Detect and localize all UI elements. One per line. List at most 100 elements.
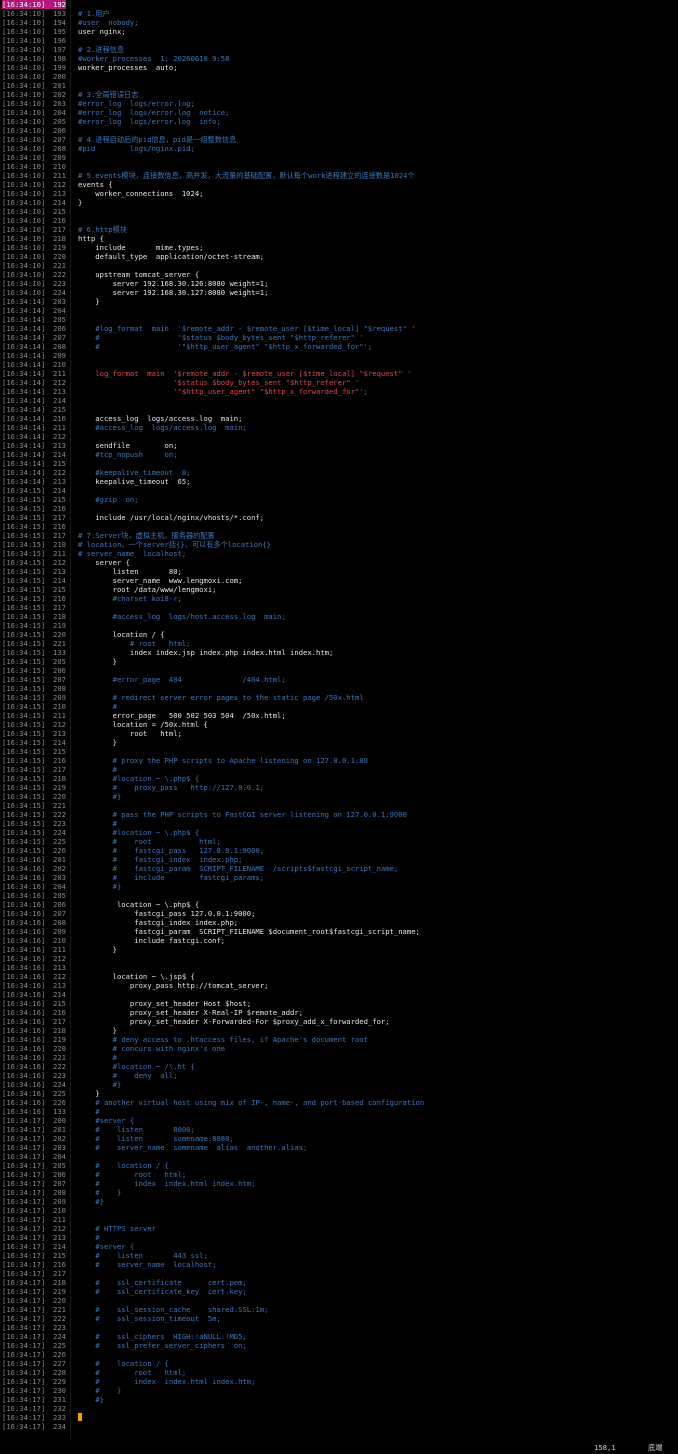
code-line[interactable]: [16:34:10] 219 include mime.types;: [0, 243, 678, 252]
code-line[interactable]: [16:34:17] 233: [0, 1413, 678, 1422]
code-line[interactable]: [16:34:10] 202 # 3.全局错误日志: [0, 90, 678, 99]
code-line[interactable]: [16:34:10] 224 server 192.168.30.127:8080…: [0, 288, 678, 297]
code-line[interactable]: [16:34:15] 222 # pass the PHP scripts to …: [0, 810, 678, 819]
code-line[interactable]: [16:34:14] 213 keepalive_timeout 65;: [0, 477, 678, 486]
code-line[interactable]: [16:34:15] 215 #gzip on;: [0, 495, 678, 504]
code-line[interactable]: [16:34:14] 214 #tcp_nopush on;: [0, 450, 678, 459]
terminal-editor[interactable]: [16:34:10] 192 [16:34:10] 193 # 1.用户 [16:34:1…: [0, 0, 678, 1454]
code-line[interactable]: [16:34:15] 211 error_page 500 502 503 504…: [0, 711, 678, 720]
code-line[interactable]: [16:34:10] 209: [0, 153, 678, 162]
code-line[interactable]: [16:34:17] 203 # server_name somename ali…: [0, 1143, 678, 1152]
code-line[interactable]: [16:34:15] 215: [0, 747, 678, 756]
code-line[interactable]: [16:34:16] 201 # fastcgi_index index.php;: [0, 855, 678, 864]
code-line[interactable]: [16:34:10] 215: [0, 207, 678, 216]
code-line[interactable]: [16:34:17] 206 # root html;: [0, 1170, 678, 1179]
code-line[interactable]: [16:34:15] 217 include /usr/local/nginx/v…: [0, 513, 678, 522]
code-line[interactable]: [16:34:14] 210: [0, 360, 678, 369]
code-line[interactable]: [16:34:15] 216: [0, 522, 678, 531]
code-line[interactable]: [16:34:17] 228 # root html;: [0, 1368, 678, 1377]
code-line[interactable]: [16:34:15] 226 # fastcgi_pass 127.0.0.1:9…: [0, 846, 678, 855]
code-line[interactable]: [16:34:15] 217 #: [0, 765, 678, 774]
code-line[interactable]: [16:34:16] 203 # include fastcgi_params;: [0, 873, 678, 882]
code-line[interactable]: [16:34:14] 215: [0, 459, 678, 468]
code-line[interactable]: [16:34:14] 212 #keepalive_timeout 0;: [0, 468, 678, 477]
code-line[interactable]: [16:34:16] 225 }: [0, 1089, 678, 1098]
code-line[interactable]: [16:34:15] 216 # proxy the PHP scripts to…: [0, 756, 678, 765]
code-line[interactable]: [16:34:15] 218 #access_log logs/host.acce…: [0, 612, 678, 621]
code-line[interactable]: [16:34:15] 133 index index.jsp index.php …: [0, 648, 678, 657]
code-line[interactable]: [16:34:17] 227 # location / {: [0, 1359, 678, 1368]
code-line[interactable]: [16:34:15] 206: [0, 666, 678, 675]
code-line[interactable]: [16:34:10] 201: [0, 81, 678, 90]
code-line[interactable]: [16:34:15] 218 #location ~ \.php$ {: [0, 774, 678, 783]
code-line[interactable]: [16:34:17] 221 # ssl_session_cache shared…: [0, 1305, 678, 1314]
code-line[interactable]: [16:34:10] 197 # 2.进程信息: [0, 45, 678, 54]
code-line[interactable]: [16:34:10] 198 #worker_processes 1; 202606…: [0, 54, 678, 63]
code-line[interactable]: [16:34:16] 217 proxy_set_header X-Forward…: [0, 1017, 678, 1026]
code-line[interactable]: [16:34:10] 217 # 6.http模块: [0, 225, 678, 234]
code-line[interactable]: [16:34:17] 226: [0, 1350, 678, 1359]
code-line[interactable]: [16:34:15] 221 # root html;: [0, 639, 678, 648]
code-line[interactable]: [16:34:14] 211 log_format main '$remote_a…: [0, 369, 678, 378]
code-line[interactable]: [16:34:16] 213 proxy_pass http://tomcat_s…: [0, 981, 678, 990]
code-line[interactable]: [16:34:15] 213 listen 80;: [0, 567, 678, 576]
code-line[interactable]: [16:34:17] 222 # ssl_session_timeout 5m;: [0, 1314, 678, 1323]
code-line[interactable]: [16:34:16] 207 fastcgi_pass 127.0.0.1:900…: [0, 909, 678, 918]
code-line[interactable]: [16:34:15] 223 #: [0, 819, 678, 828]
code-line[interactable]: [16:34:10] 220 default_type application/o…: [0, 252, 678, 261]
code-line[interactable]: [16:34:17] 210: [0, 1206, 678, 1215]
code-line[interactable]: [16:34:10] 200: [0, 72, 678, 81]
code-line[interactable]: [16:34:10] 221: [0, 261, 678, 270]
code-line[interactable]: [16:34:14] 212 '$status $body_bytes_sent …: [0, 378, 678, 387]
code-line[interactable]: [16:34:17] 229 # index index.html index.h…: [0, 1377, 678, 1386]
code-line[interactable]: [16:34:16] 222 #location ~ /\.ht {: [0, 1062, 678, 1071]
code-line[interactable]: [16:34:17] 219 # ssl_certificate_key cert…: [0, 1287, 678, 1296]
code-line[interactable]: [16:34:17] 230 # }: [0, 1386, 678, 1395]
code-line[interactable]: [16:34:16] 208 fastcgi_index index.php;: [0, 918, 678, 927]
code-line[interactable]: [16:34:10] 195 user nginx;: [0, 27, 678, 36]
code-line[interactable]: [16:34:15] 216 #charset koi8-r;: [0, 594, 678, 603]
code-line[interactable]: [16:34:16] 214: [0, 990, 678, 999]
code-line[interactable]: [16:34:16] 133 #: [0, 1107, 678, 1116]
code-line[interactable]: [16:34:15] 211 # server_name localhost;: [0, 549, 678, 558]
code-line[interactable]: [16:34:15] 214 }: [0, 738, 678, 747]
code-line[interactable]: [16:34:16] 202 # fastcgi_param SCRIPT_FIL…: [0, 864, 678, 873]
code-line[interactable]: [16:34:17] 202 # listen somename:8080;: [0, 1134, 678, 1143]
code-line[interactable]: [16:34:14] 206 #log_format main '$remote_…: [0, 324, 678, 333]
code-line[interactable]: [16:34:10] 207 # 4.进程启动后的pid信息，pid是一组整数信息: [0, 135, 678, 144]
code-line[interactable]: [16:34:15] 205 }: [0, 657, 678, 666]
code-line[interactable]: [16:34:15] 216: [0, 504, 678, 513]
code-line[interactable]: [16:34:14] 205: [0, 315, 678, 324]
code-line[interactable]: [16:34:10] 211 # 5.events模块，连接数信息，高并发，大流量的…: [0, 171, 678, 180]
code-line[interactable]: [16:34:15] 219: [0, 621, 678, 630]
code-line[interactable]: [16:34:10] 213 worker_connections 1024;: [0, 189, 678, 198]
code-line[interactable]: [16:34:17] 223: [0, 1323, 678, 1332]
code-line[interactable]: [16:34:14] 209: [0, 351, 678, 360]
code-line[interactable]: [16:34:14] 211 #access_log logs/access.lo…: [0, 423, 678, 432]
code-line[interactable]: [16:34:17] 217: [0, 1269, 678, 1278]
code-line[interactable]: [16:34:16] 211 }: [0, 945, 678, 954]
code-line[interactable]: [16:34:16] 218 }: [0, 1026, 678, 1035]
code-line[interactable]: [16:34:14] 208 # '"$http_user_agent" "$ht…: [0, 342, 678, 351]
code-line[interactable]: [16:34:15] 225 # root html;: [0, 837, 678, 846]
code-line[interactable]: [16:34:17] 232: [0, 1404, 678, 1413]
code-line[interactable]: [16:34:14] 213 '"$http_user_agent" "$http…: [0, 387, 678, 396]
code-line[interactable]: [16:34:16] 212 location ~ \.jsp$ {: [0, 972, 678, 981]
code-line[interactable]: [16:34:10] 194 #user nobody;: [0, 18, 678, 27]
code-line[interactable]: [16:34:14] 204: [0, 306, 678, 315]
code-line[interactable]: [16:34:14] 214: [0, 396, 678, 405]
code-line[interactable]: [16:34:14] 216 access_log logs/access.log…: [0, 414, 678, 423]
code-line[interactable]: [16:34:10] 223 server 192.168.30.126:8080…: [0, 279, 678, 288]
code-line[interactable]: [16:34:15] 214 server_name www.lengmoxi.c…: [0, 576, 678, 585]
code-line[interactable]: [16:34:10] 203 #error_log logs/error.log;: [0, 99, 678, 108]
code-line[interactable]: [16:34:16] 221 #: [0, 1053, 678, 1062]
code-line[interactable]: [16:34:17] 209 #}: [0, 1197, 678, 1206]
code-line[interactable]: [16:34:17] 200 #server {: [0, 1116, 678, 1125]
code-line[interactable]: [16:34:17] 231 #}: [0, 1395, 678, 1404]
code-line[interactable]: [16:34:14] 213 sendfile on;: [0, 441, 678, 450]
code-line[interactable]: [16:34:14] 212: [0, 432, 678, 441]
code-line[interactable]: [16:34:17] 215 # listen 443 ssl;: [0, 1251, 678, 1260]
code-line[interactable]: [16:34:10] 192: [0, 0, 678, 9]
code-line[interactable]: [16:34:16] 216 proxy_set_header X-Real-IP…: [0, 1008, 678, 1017]
code-line[interactable]: [16:34:15] 219 # proxy_pass http://127.0.…: [0, 783, 678, 792]
